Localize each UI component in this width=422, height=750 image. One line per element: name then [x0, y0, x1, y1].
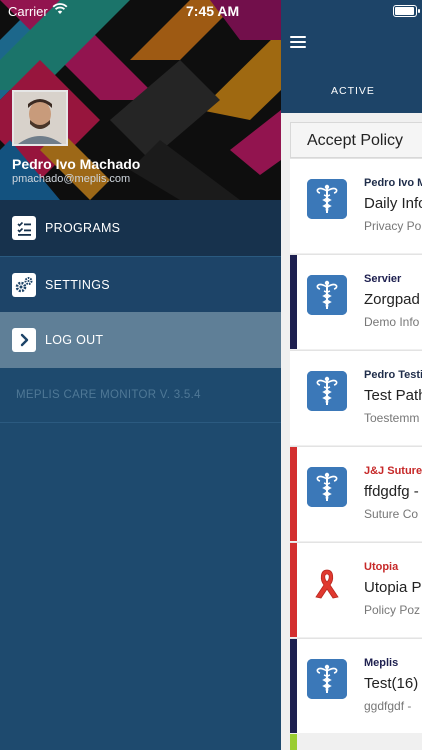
user-name: Pedro Ivo Machado	[12, 156, 141, 172]
card-organization: Meplis	[364, 657, 399, 669]
checklist-icon	[12, 216, 36, 240]
card-subtitle: Policy Poz	[364, 603, 421, 617]
awareness-ribbon-icon	[307, 563, 347, 603]
card-subtitle: Privacy Po	[364, 219, 422, 233]
card-organization: J&J Suture	[364, 465, 422, 477]
card-subtitle: Toestemm	[364, 411, 420, 425]
policy-card[interactable]: Servier Zorgpad Demo Info	[290, 254, 422, 349]
policy-card[interactable]: Utopia Utopia P Policy Poz	[290, 542, 422, 637]
caduceus-icon	[307, 659, 347, 699]
gears-icon	[12, 273, 36, 297]
user-avatar[interactable]	[12, 90, 68, 146]
carrier-label: Carrier	[8, 4, 48, 19]
hamburger-menu-icon[interactable]	[290, 36, 306, 48]
menu-item-label: LOG OUT	[45, 333, 104, 347]
policy-card[interactable]: Pedro Ivo M Daily Info Privacy Po	[290, 158, 422, 253]
card-title: ffdgdfg -	[364, 483, 419, 500]
card-title: Test(16)	[364, 675, 419, 692]
caduceus-icon	[307, 467, 347, 507]
card-subtitle: Demo Info	[364, 315, 420, 329]
card-status-stripe	[290, 447, 297, 541]
navigation-drawer: Pedro Ivo Machado pmachado@meplis.com PR…	[0, 0, 281, 750]
card-title: Utopia P	[364, 579, 422, 596]
card-organization: Pedro Testi	[364, 369, 422, 381]
card-status-stripe	[290, 543, 297, 637]
drawer-header: Pedro Ivo Machado pmachado@meplis.com	[0, 0, 281, 200]
card-organization: Pedro Ivo M	[364, 177, 422, 189]
caduceus-icon	[307, 179, 347, 219]
menu-item-label: PROGRAMS	[45, 221, 121, 235]
user-email: pmachado@meplis.com	[12, 173, 131, 185]
card-status-stripe	[290, 255, 297, 349]
menu-item-label: SETTINGS	[45, 278, 110, 292]
card-title: Daily Info	[364, 195, 422, 212]
caduceus-icon	[307, 371, 347, 411]
app-version: MEPLIS CARE MONITOR V. 3.5.4	[16, 389, 201, 401]
caduceus-icon	[307, 275, 347, 315]
section-title: Accept Policy	[307, 132, 404, 149]
card-status-stripe	[290, 734, 297, 750]
card-subtitle: ggdfgdf -	[364, 699, 412, 713]
card-organization: Utopia	[364, 561, 399, 573]
tab-indicator	[281, 111, 422, 113]
card-title: Zorgpad	[364, 291, 420, 308]
menu-item-programs[interactable]: PROGRAMS	[0, 200, 281, 256]
policy-card[interactable]: J&J Suture ffdgdfg - Suture Co	[290, 446, 422, 541]
menu-item-settings[interactable]: SETTINGS	[0, 256, 281, 313]
status-time: 7:45 AM	[186, 3, 240, 19]
status-bar: Carrier 7:45 AM	[0, 0, 422, 22]
menu-item-logout[interactable]: LOG OUT	[0, 312, 281, 368]
card-status-stripe	[290, 351, 297, 445]
card-subtitle: Suture Co	[364, 507, 419, 521]
card-title: Test Path	[364, 387, 422, 404]
wifi-icon	[52, 3, 68, 18]
divider	[0, 422, 281, 423]
main-content: ACTIVE Accept Policy Pedro Ivo M Daily In…	[281, 0, 422, 750]
battery-icon	[393, 5, 420, 17]
section-header: Accept Policy	[290, 122, 422, 158]
card-status-stripe	[290, 639, 297, 733]
tab-active[interactable]: ACTIVE	[331, 85, 375, 97]
chevron-right-icon	[12, 328, 36, 352]
card-organization: Servier	[364, 273, 402, 285]
policy-card[interactable]: Meplis Test(16) ggdfgdf -	[290, 638, 422, 733]
policy-card[interactable]: Pedro Testi Test Path Toestemm	[290, 350, 422, 445]
card-status-stripe	[290, 159, 297, 253]
